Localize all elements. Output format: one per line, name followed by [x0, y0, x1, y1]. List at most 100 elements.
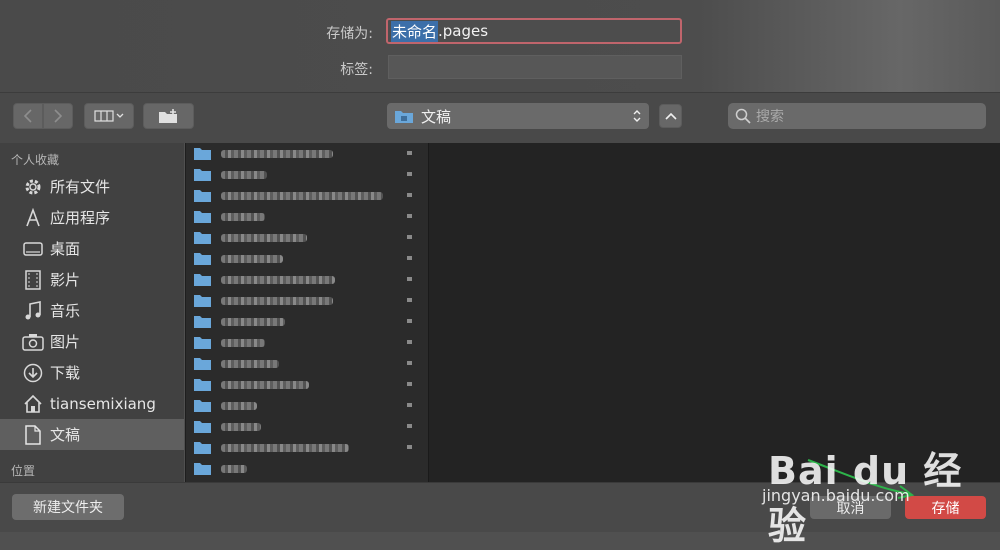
sidebar-item-label: 影片 [50, 271, 81, 289]
file-row[interactable] [186, 143, 428, 164]
file-row[interactable] [186, 227, 428, 248]
new-folder-icon [158, 109, 177, 123]
blurred-filename [221, 338, 265, 347]
folder-icon [194, 232, 211, 244]
location-label: 文稿 [421, 107, 452, 126]
expand-indicator [407, 193, 412, 197]
sidebar-item-pictures[interactable]: 图片 [0, 326, 184, 357]
sidebar-item-label: 图片 [50, 333, 81, 351]
folder-icon [194, 253, 211, 265]
sidebar-item-movies[interactable]: 影片 [0, 264, 184, 295]
new-folder-icon-button[interactable] [143, 103, 194, 129]
chevron-right-icon [54, 109, 63, 123]
blurred-filename [221, 233, 307, 242]
sidebar-section-locations: 位置 [11, 464, 36, 478]
desktop-icon [22, 238, 44, 260]
sidebar-item-label: 文稿 [50, 426, 81, 444]
sidebar-item-label: 下载 [50, 364, 81, 382]
expand-indicator [407, 340, 412, 344]
film-icon [22, 269, 44, 291]
home-icon [22, 393, 44, 415]
columns-view-icon [94, 110, 124, 122]
expand-indicator [407, 256, 412, 260]
gear-icon [22, 176, 44, 198]
blurred-filename [221, 380, 309, 389]
file-row[interactable] [186, 290, 428, 311]
folder-icon [194, 211, 211, 223]
new-folder-button[interactable]: 新建文件夹 [12, 494, 124, 520]
chevron-up-icon [664, 112, 677, 120]
green-arrow-annotation [807, 459, 915, 499]
file-row[interactable] [186, 206, 428, 227]
sidebar-item-all-files[interactable]: 所有文件 [0, 171, 184, 202]
folder-icon [194, 421, 211, 433]
blurred-filename [221, 422, 261, 431]
file-row[interactable] [186, 458, 428, 479]
sidebar-item-home[interactable]: tiansemixiang [0, 388, 184, 419]
search-field[interactable]: 搜索 [728, 103, 986, 129]
folder-icon [395, 111, 413, 123]
tags-input[interactable] [388, 55, 682, 79]
sidebar-item-applications[interactable]: 应用程序 [0, 202, 184, 233]
blurred-filename [221, 212, 265, 221]
collapse-button[interactable] [659, 104, 682, 128]
folder-icon [194, 295, 211, 307]
expand-indicator [407, 382, 412, 386]
filename-input[interactable]: 未命名 .pages [386, 18, 682, 44]
file-row[interactable] [186, 395, 428, 416]
sidebar-section-favorites: 个人收藏 [11, 153, 60, 167]
file-row[interactable] [186, 332, 428, 353]
file-row[interactable] [186, 374, 428, 395]
blurred-filename [221, 443, 349, 452]
expand-indicator [407, 172, 412, 176]
blurred-filename [221, 254, 283, 263]
document-icon [22, 424, 44, 446]
filename-selected-text: 未命名 [391, 20, 439, 42]
file-row[interactable] [186, 416, 428, 437]
sidebar-item-downloads[interactable]: 下载 [0, 357, 184, 388]
blurred-filename [221, 359, 279, 368]
tags-label: 标签: [340, 62, 373, 78]
sidebar-item-desktop[interactable]: 桌面 [0, 233, 184, 264]
folder-icon [194, 358, 211, 370]
file-row[interactable] [186, 248, 428, 269]
file-row[interactable] [186, 185, 428, 206]
search-icon [735, 108, 751, 124]
folder-icon [194, 337, 211, 349]
blurred-filename [221, 464, 247, 473]
forward-button[interactable] [43, 103, 73, 129]
file-row[interactable] [186, 353, 428, 374]
file-row[interactable] [186, 311, 428, 332]
expand-indicator [407, 235, 412, 239]
sidebar-item-label: 音乐 [50, 302, 81, 320]
folder-icon [194, 379, 211, 391]
expand-indicator [407, 298, 412, 302]
file-column [185, 143, 428, 482]
save-button[interactable]: 存储 [905, 496, 986, 519]
folder-icon [194, 190, 211, 202]
camera-icon [22, 331, 44, 353]
blurred-filename [221, 401, 257, 410]
sidebar-item-documents[interactable]: 文稿 [0, 419, 184, 450]
sidebar-item-label: 桌面 [50, 240, 81, 258]
sidebar-item-label: tiansemixiang [50, 394, 156, 413]
sidebar: 个人收藏 所有文件 应用程序 桌面 影片 音乐 图片 下载 tiansemixi… [0, 143, 184, 482]
location-popup[interactable]: 文稿 [387, 103, 649, 129]
chevron-left-icon [23, 109, 32, 123]
file-row[interactable] [186, 269, 428, 290]
blurred-filename [221, 296, 333, 305]
filename-extension: .pages [438, 22, 489, 40]
folder-icon [194, 442, 211, 454]
download-icon [22, 362, 44, 384]
applications-icon [22, 207, 44, 229]
expand-indicator [407, 361, 412, 365]
view-mode-button[interactable] [84, 103, 134, 129]
sidebar-item-music[interactable]: 音乐 [0, 295, 184, 326]
file-row[interactable] [186, 164, 428, 185]
folder-icon [194, 274, 211, 286]
music-icon [22, 300, 44, 322]
file-row[interactable] [186, 437, 428, 458]
back-button[interactable] [13, 103, 43, 129]
expand-indicator [407, 151, 412, 155]
folder-icon [194, 148, 211, 160]
